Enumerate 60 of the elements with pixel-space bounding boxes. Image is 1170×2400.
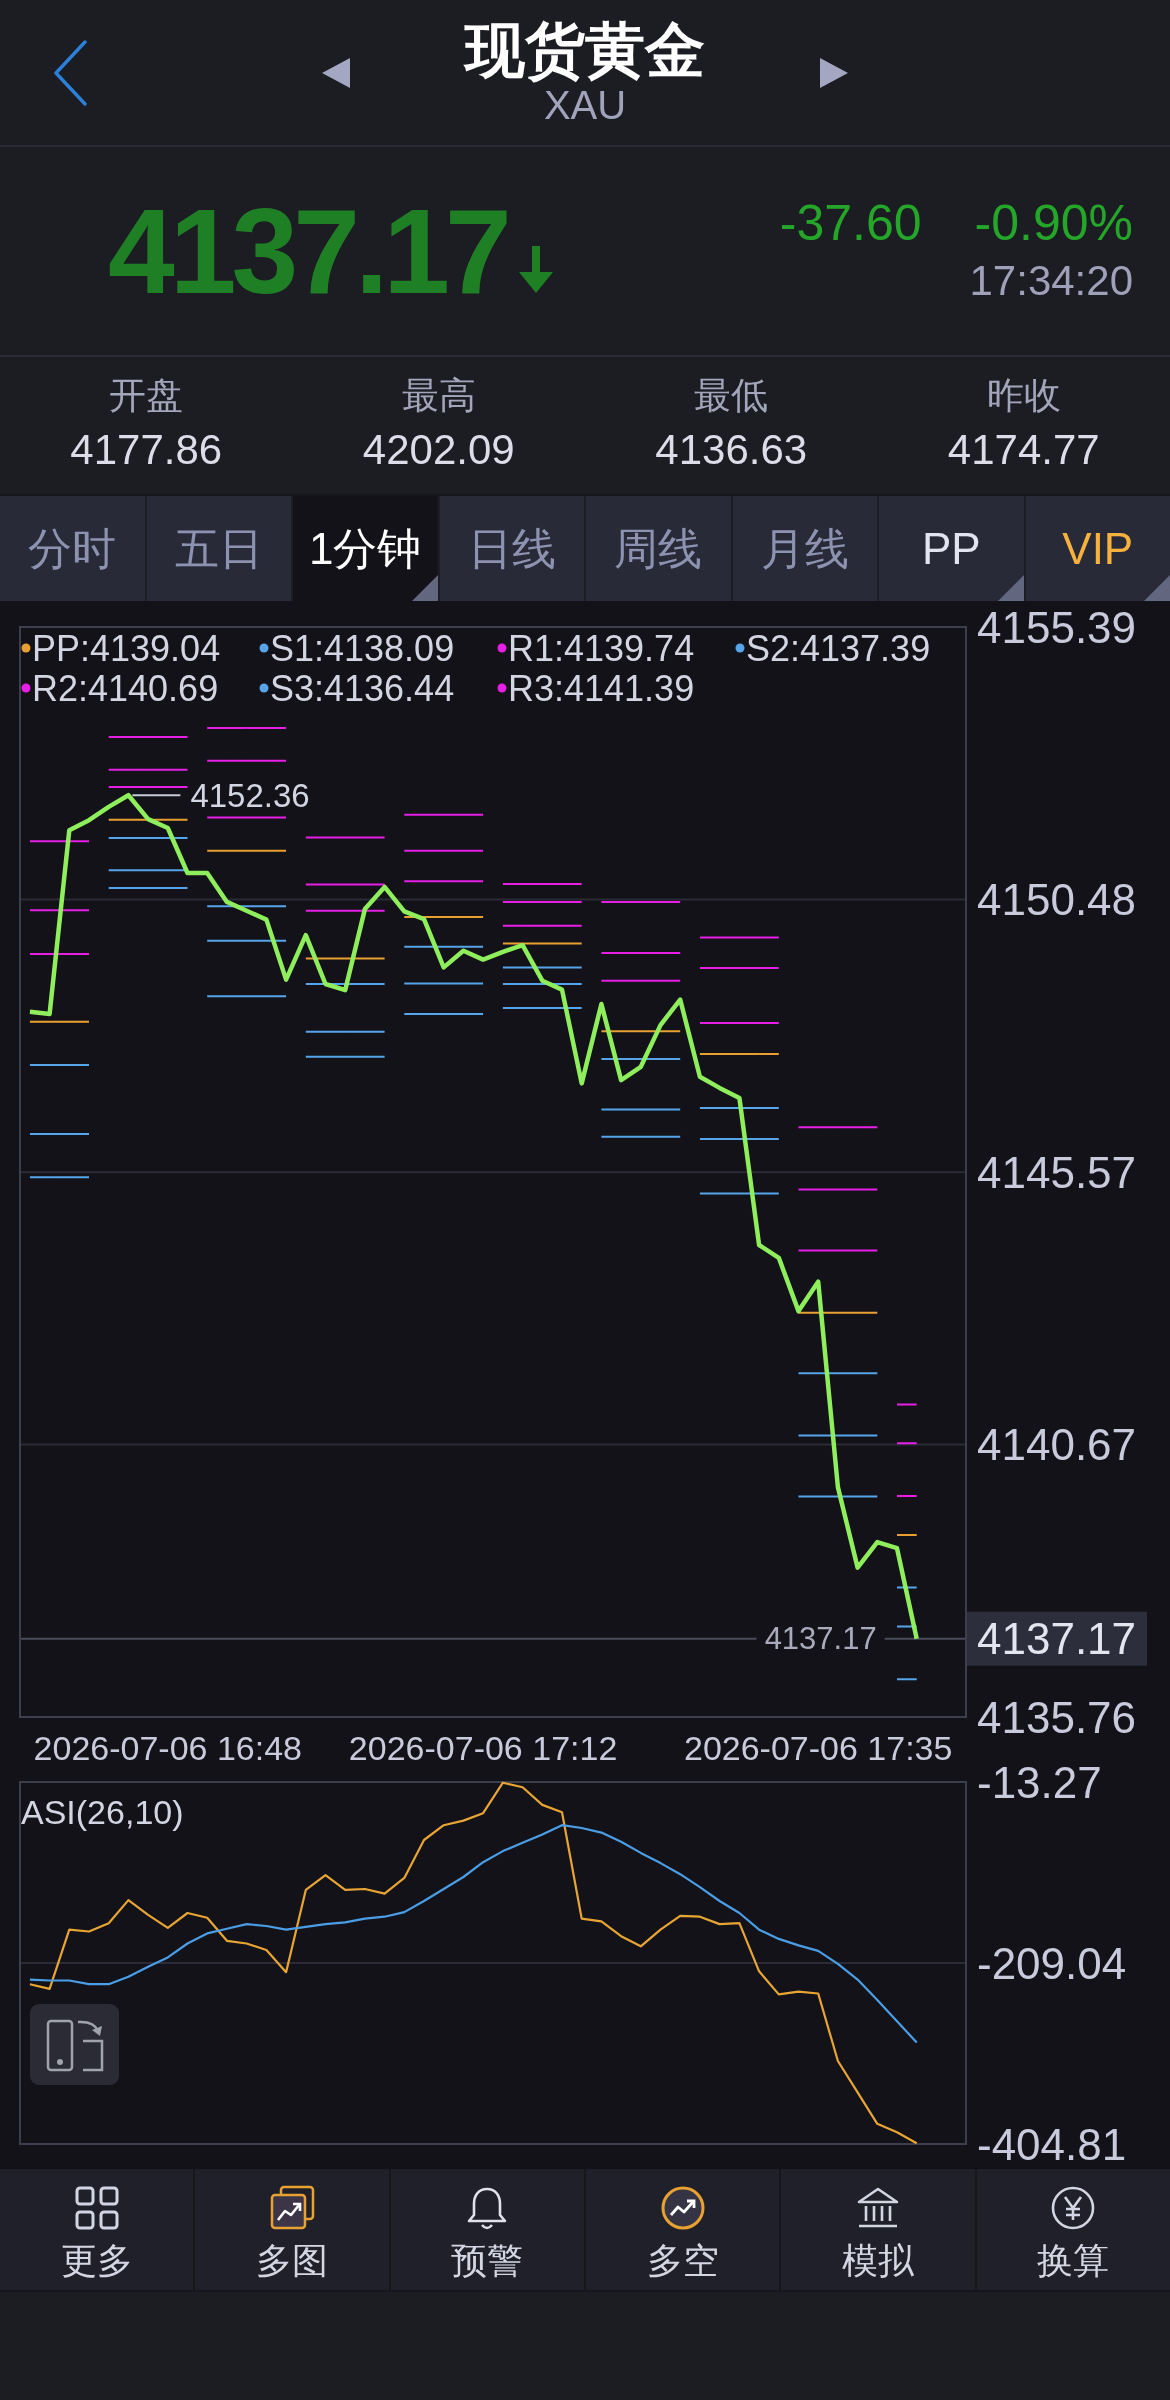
axis-label: -209.04 (977, 1938, 1127, 1988)
toolbar-button[interactable]: 预警 (390, 2169, 586, 2290)
legend-label: S2:4137.39 (746, 627, 931, 669)
change-value: -37.60 (779, 194, 922, 253)
chart-tab[interactable]: 分时 (0, 496, 147, 601)
stat-value: 4202.09 (361, 425, 516, 475)
stacked-charts-icon (269, 2185, 315, 2231)
time-label: 2026-07-06 17:12 (348, 1729, 618, 1767)
chart-tab[interactable]: 日线 (439, 496, 586, 601)
ref-line-label: 4137.17 (977, 1614, 1137, 1664)
legend-label: R3:4141.39 (508, 667, 695, 709)
toolbar-button[interactable]: 多图 (195, 2169, 391, 2290)
legend-label: R2:4140.69 (32, 667, 219, 709)
page-title: 现货黄金 (462, 18, 706, 83)
left-triangle-icon[interactable] (322, 57, 350, 88)
legend-label: PP:4139.04 (32, 627, 221, 669)
change-percent: -0.90% (974, 194, 1133, 253)
toolbar-button[interactable]: 更多 (0, 2169, 196, 2290)
back-icon[interactable] (52, 39, 88, 106)
chart-tab[interactable]: 月线 (732, 496, 879, 601)
price-label: 4137.17 (764, 1621, 877, 1657)
trend-circle-icon (659, 2185, 706, 2231)
chart-tab[interactable]: 周线 (586, 496, 733, 601)
toolbar-button[interactable]: 模拟 (781, 2169, 977, 2290)
rotate-screen-button[interactable] (30, 2004, 119, 2085)
chart-tab[interactable]: VIP (1025, 496, 1170, 601)
legend-label: S3:4136.44 (270, 667, 455, 709)
toolbar-button[interactable]: 换算 (976, 2169, 1170, 2290)
stat-value: 4177.86 (69, 425, 224, 475)
axis-label: 4135.76 (977, 1692, 1137, 1742)
current-price-tag: 4137.17 (967, 1611, 1147, 1666)
time-label: 2026-07-06 16:48 (33, 1729, 303, 1767)
price-label: 4152.36 (190, 776, 310, 814)
grid-icon (73, 2185, 120, 2231)
stat-value: 4174.77 (946, 425, 1101, 475)
axis-label: -13.27 (977, 1757, 1102, 1807)
legend-label: S1:4138.09 (270, 627, 455, 669)
yen-circle-icon (1050, 2185, 1097, 2231)
stat-value: 4136.63 (654, 425, 809, 475)
chart-title: ASI(26,10) (21, 1793, 184, 1831)
chart-tab[interactable]: PP (879, 496, 1026, 601)
time-label: 2026-07-06 17:35 (683, 1729, 953, 1767)
axis-label: -404.81 (977, 2119, 1127, 2169)
stat-label: 昨收 (985, 374, 1062, 418)
stat-label: 最低 (693, 374, 770, 418)
stat-label: 开盘 (108, 374, 185, 418)
axis-label: 4145.57 (977, 1147, 1137, 1197)
chart-tab[interactable]: 1分钟 (293, 496, 440, 601)
leader-line (131, 794, 182, 797)
last-price: 4137.17 (108, 191, 507, 311)
axis-label: 4150.48 (977, 875, 1137, 925)
right-triangle-icon[interactable] (820, 57, 848, 88)
axis-label: 4155.39 (977, 602, 1137, 652)
stat-label: 最高 (400, 374, 477, 418)
symbol-label: XAU (543, 82, 628, 127)
legend-label: R1:4139.74 (508, 627, 695, 669)
axis-label: 4140.67 (977, 1419, 1137, 1469)
chart-tab[interactable]: 五日 (146, 496, 293, 601)
toolbar-button[interactable]: 多空 (586, 2169, 782, 2290)
quote-time: 17:34:20 (969, 256, 1133, 306)
